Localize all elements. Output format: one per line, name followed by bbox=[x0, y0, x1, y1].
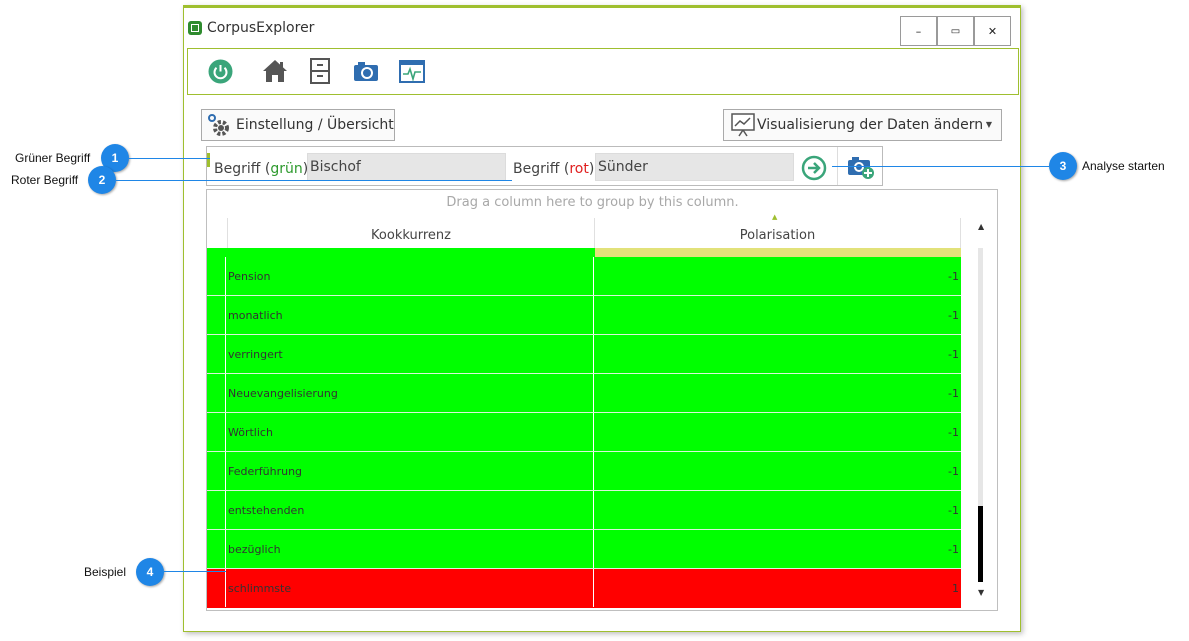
table-row[interactable]: entstehenden -1 bbox=[207, 491, 961, 530]
main-toolbar bbox=[187, 48, 1019, 95]
maximize-icon: ▭ bbox=[950, 25, 961, 37]
change-visualization-dropdown[interactable]: Visualisierung der Daten ändern ▼ bbox=[723, 109, 1002, 141]
settings-overview-label: Einstellung / Übersicht bbox=[236, 117, 394, 133]
home-icon[interactable] bbox=[262, 58, 288, 84]
table-row[interactable]: Neuevangelisierung -1 bbox=[207, 374, 961, 413]
close-button[interactable]: ✕ bbox=[974, 16, 1011, 46]
camera-icon[interactable] bbox=[353, 60, 379, 82]
cell-kookkurrenz: schlimmste bbox=[228, 569, 594, 607]
green-term-input[interactable]: Bischof bbox=[307, 153, 506, 181]
gear-icon bbox=[206, 112, 232, 138]
callout-label-red-term: Roter Begriff bbox=[11, 173, 79, 187]
row-indicator[interactable] bbox=[207, 452, 226, 490]
close-icon: ✕ bbox=[987, 24, 998, 38]
cell-polarisation: -1 bbox=[948, 309, 959, 322]
cell-kookkurrenz: Neuevangelisierung bbox=[228, 374, 594, 412]
callout-label-green-term: Grüner Begriff bbox=[15, 151, 91, 165]
chevron-down-icon: ▼ bbox=[985, 120, 992, 129]
cell-polarisation: -1 bbox=[948, 543, 959, 556]
cell-polarisation: -1 bbox=[948, 426, 959, 439]
sort-ascending-icon: ▲ bbox=[772, 213, 778, 221]
focus-indicator bbox=[207, 153, 210, 167]
table-row[interactable]: Federführung -1 bbox=[207, 452, 961, 491]
cell-kookkurrenz: monatlich bbox=[228, 296, 594, 334]
scroll-down-icon[interactable]: ▼ bbox=[978, 588, 984, 597]
cell-polarisation: -1 bbox=[948, 348, 959, 361]
row-indicator[interactable] bbox=[207, 530, 226, 568]
cell-kookkurrenz: entstehenden bbox=[228, 491, 594, 529]
row-indicator[interactable] bbox=[207, 335, 226, 373]
cell-polarisation: -1 bbox=[948, 387, 959, 400]
arrow-right-icon bbox=[801, 155, 827, 181]
scroll-up-icon[interactable]: ▲ bbox=[978, 222, 984, 231]
cell-polarisation: -1 bbox=[948, 270, 959, 283]
table-row[interactable]: bezüglich -1 bbox=[207, 530, 961, 569]
cell-polarisation: 1 bbox=[952, 582, 959, 595]
cell-kookkurrenz: Federführung bbox=[228, 452, 594, 490]
row-indicator[interactable] bbox=[207, 413, 226, 451]
row-indicator[interactable] bbox=[207, 491, 226, 529]
table-row[interactable]: verringert -1 bbox=[207, 335, 961, 374]
app-logo-icon bbox=[188, 21, 202, 35]
cell-kookkurrenz: Pension bbox=[228, 257, 594, 295]
callout-badge-2: 2 bbox=[88, 166, 116, 194]
partial-row bbox=[207, 248, 595, 257]
settings-overview-button[interactable]: Einstellung / Übersicht bbox=[201, 109, 395, 141]
snapshot-add-button[interactable] bbox=[847, 154, 875, 180]
cabinet-icon[interactable] bbox=[310, 58, 330, 84]
row-indicator[interactable] bbox=[207, 569, 226, 607]
callout-line-4 bbox=[164, 571, 226, 572]
callout-badge-3: 3 bbox=[1049, 152, 1077, 180]
vertical-scrollbar[interactable]: ▲ ▼ bbox=[976, 218, 988, 606]
scrollbar-track bbox=[978, 248, 983, 506]
minimize-button[interactable]: – bbox=[900, 16, 937, 46]
callout-label-example: Beispiel bbox=[84, 565, 127, 579]
power-icon[interactable] bbox=[208, 59, 233, 84]
table-row[interactable]: Wörtlich -1 bbox=[207, 413, 961, 452]
camera-plus-icon bbox=[848, 157, 874, 179]
red-term-input[interactable]: Sünder bbox=[595, 153, 794, 181]
group-by-hint: Drag a column here to group by this colu… bbox=[446, 195, 739, 210]
partial-row-highlight bbox=[595, 248, 961, 257]
cell-polarisation: -1 bbox=[948, 465, 959, 478]
scrollbar-thumb[interactable] bbox=[978, 506, 983, 582]
table-row[interactable]: schlimmste 1 bbox=[207, 569, 961, 608]
change-visualization-label: Visualisierung der Daten ändern bbox=[757, 117, 984, 133]
row-indicator[interactable] bbox=[207, 257, 226, 295]
monitor-icon[interactable] bbox=[399, 60, 425, 84]
cell-kookkurrenz: verringert bbox=[228, 335, 594, 373]
callout-badge-4: 4 bbox=[136, 558, 164, 586]
callout-line-2 bbox=[116, 180, 512, 181]
table-row[interactable]: monatlich -1 bbox=[207, 296, 961, 335]
callout-label-start-analysis: Analyse starten bbox=[1082, 159, 1165, 173]
table-row[interactable]: Pension -1 bbox=[207, 257, 961, 296]
chart-presentation-icon bbox=[731, 113, 755, 137]
cell-kookkurrenz: bezüglich bbox=[228, 530, 594, 568]
row-indicator[interactable] bbox=[207, 374, 226, 412]
callout-line-1 bbox=[129, 158, 210, 159]
maximize-button[interactable]: ▭ bbox=[937, 16, 974, 46]
window-title: CorpusExplorer bbox=[207, 20, 315, 36]
callout-line-3 bbox=[832, 166, 1049, 167]
cell-kookkurrenz: Wörtlich bbox=[228, 413, 594, 451]
cell-polarisation: -1 bbox=[948, 504, 959, 517]
minimize-icon: – bbox=[915, 24, 922, 38]
row-indicator[interactable] bbox=[207, 296, 226, 334]
green-term-label: Begriff (grün): bbox=[214, 161, 313, 177]
cooccurrence-grid: Drag a column here to group by this colu… bbox=[206, 189, 998, 611]
red-term-label: Begriff (rot): bbox=[513, 161, 600, 177]
start-analysis-button[interactable] bbox=[801, 155, 827, 181]
